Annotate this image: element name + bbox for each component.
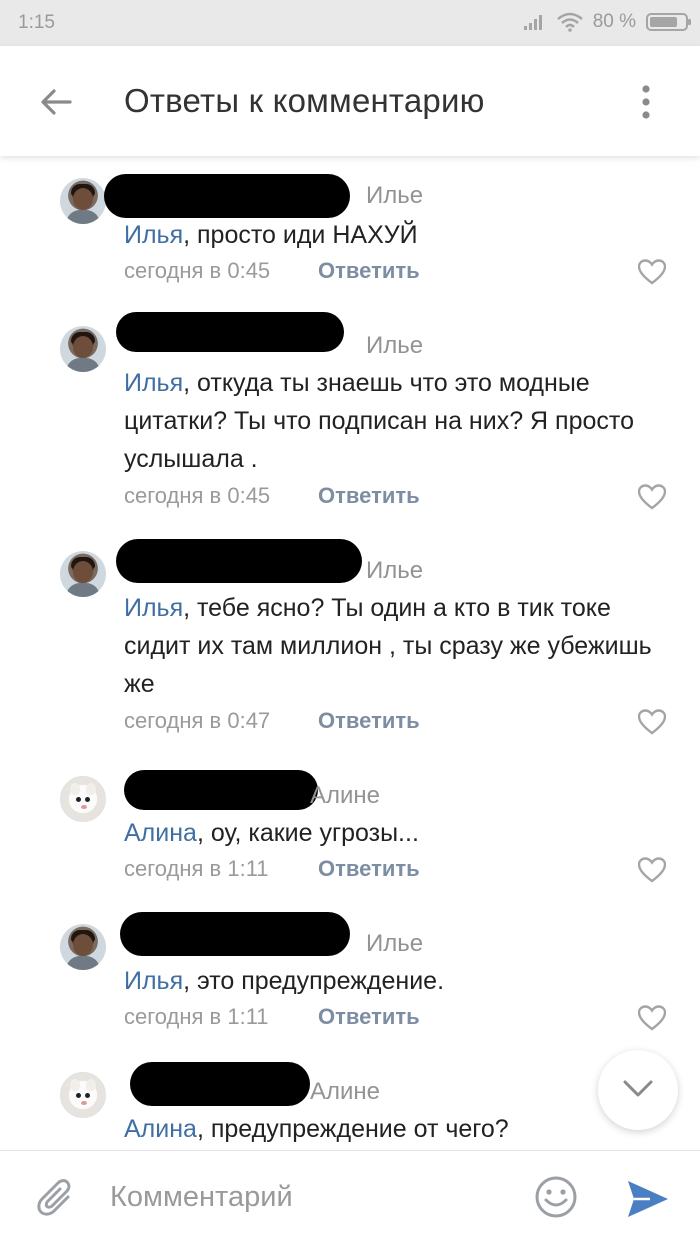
redacted-author-name	[104, 174, 350, 218]
cat-avatar[interactable]	[60, 776, 106, 822]
page-title: Ответы к комментарию	[124, 82, 485, 119]
comment-input[interactable]: Комментарий	[110, 1181, 293, 1214]
comment-text: Илья, тебе ясно? Ты один а кто в тик ток…	[124, 594, 652, 698]
comment-time: сегодня в 0:45	[124, 483, 271, 508]
comment-text: Алина, оу, какие угрозы...	[124, 819, 419, 847]
heart-icon[interactable]	[638, 259, 666, 285]
top-app-bar: Ответы к комментарию	[0, 46, 700, 156]
chevron-down-icon	[623, 1080, 653, 1097]
boy-avatar[interactable]	[60, 326, 106, 372]
comment-meta: сегодня в 0:47 Ответить	[124, 708, 420, 734]
reply-to-name: Алине	[310, 1078, 381, 1105]
scroll-down-button[interactable]	[598, 1050, 678, 1130]
reply-to-name: Илье	[366, 332, 424, 359]
reply-to-name: Илье	[366, 930, 424, 957]
mention-link[interactable]: Алина	[124, 819, 197, 847]
redacted-author-name	[124, 770, 318, 810]
status-bar: 1:15 80 %	[0, 0, 700, 46]
comment-text: Илья, откуда ты знаешь что это модные ци…	[124, 369, 634, 473]
heart-icon[interactable]	[638, 857, 666, 883]
comment-meta: сегодня в 0:45 Ответить	[124, 483, 420, 509]
reply-button[interactable]: Ответить	[318, 856, 420, 882]
comment-composer: Комментарий	[0, 1150, 700, 1244]
comment-time: сегодня в 1:11	[124, 856, 269, 881]
more-options-icon[interactable]	[632, 80, 660, 124]
boy-avatar[interactable]	[60, 178, 106, 224]
comments-list: Илье Илья, просто иди НАХУЙ сегодня в 0:…	[0, 160, 700, 1150]
redacted-author-name	[116, 539, 362, 583]
reply-to-name: Илье	[366, 557, 424, 584]
mention-link[interactable]: Алина	[124, 1115, 197, 1143]
emoji-icon[interactable]	[534, 1175, 578, 1219]
attachment-icon[interactable]	[36, 1177, 78, 1221]
redacted-author-name	[130, 1062, 310, 1106]
signal-icon	[523, 15, 542, 30]
mention-link[interactable]: Илья	[124, 967, 183, 995]
reply-to-name: Алине	[310, 782, 381, 809]
send-icon[interactable]	[626, 1177, 670, 1221]
reply-button[interactable]: Ответить	[318, 708, 420, 734]
comment-item: Илье Илья, откуда ты знаешь что это модн…	[0, 310, 700, 530]
battery-percent: 80 %	[592, 11, 636, 32]
comment-item: Алине Алина, предупреждение от чего?	[0, 1056, 700, 1150]
comment-time: сегодня в 0:47	[124, 708, 271, 733]
mention-link[interactable]: Илья	[124, 369, 183, 397]
heart-icon[interactable]	[638, 1005, 666, 1031]
reply-button[interactable]: Ответить	[318, 258, 420, 284]
status-icons: 80 %	[523, 11, 691, 33]
cat-avatar[interactable]	[60, 1072, 106, 1118]
comment-item: Илье Илья, просто иди НАХУЙ сегодня в 0:…	[0, 160, 700, 300]
wifi-icon	[556, 12, 583, 32]
back-arrow-icon[interactable]	[34, 80, 78, 124]
mention-link[interactable]: Илья	[124, 221, 183, 249]
comment-text: Илья, просто иди НАХУЙ	[124, 221, 418, 249]
comment-text: Илья, это предупреждение.	[124, 967, 445, 995]
reply-button[interactable]: Ответить	[318, 483, 420, 509]
comment-meta: сегодня в 0:45 Ответить	[124, 258, 420, 284]
comment-time: сегодня в 0:45	[124, 258, 271, 283]
boy-avatar[interactable]	[60, 551, 106, 597]
battery-icon	[646, 13, 691, 31]
comment-item: Илье Илья, тебе ясно? Ты один а кто в ти…	[0, 535, 700, 755]
heart-icon[interactable]	[638, 709, 666, 735]
boy-avatar[interactable]	[60, 924, 106, 970]
comment-meta: сегодня в 1:11 Ответить	[124, 856, 420, 882]
redacted-author-name	[116, 312, 344, 352]
comment-meta: сегодня в 1:11 Ответить	[124, 1004, 420, 1030]
mention-link[interactable]: Илья	[124, 594, 183, 622]
status-time: 1:15	[18, 12, 55, 33]
heart-icon[interactable]	[638, 484, 666, 510]
reply-button[interactable]: Ответить	[318, 1004, 420, 1030]
redacted-author-name	[120, 912, 350, 956]
comment-item: Алине Алина, оу, какие угрозы... сегодня…	[0, 760, 700, 900]
reply-to-name: Илье	[366, 182, 424, 209]
comment-text: Алина, предупреждение от чего?	[124, 1115, 509, 1143]
comment-item: Илье Илья, это предупреждение. сегодня в…	[0, 908, 700, 1048]
comment-time: сегодня в 1:11	[124, 1004, 269, 1029]
